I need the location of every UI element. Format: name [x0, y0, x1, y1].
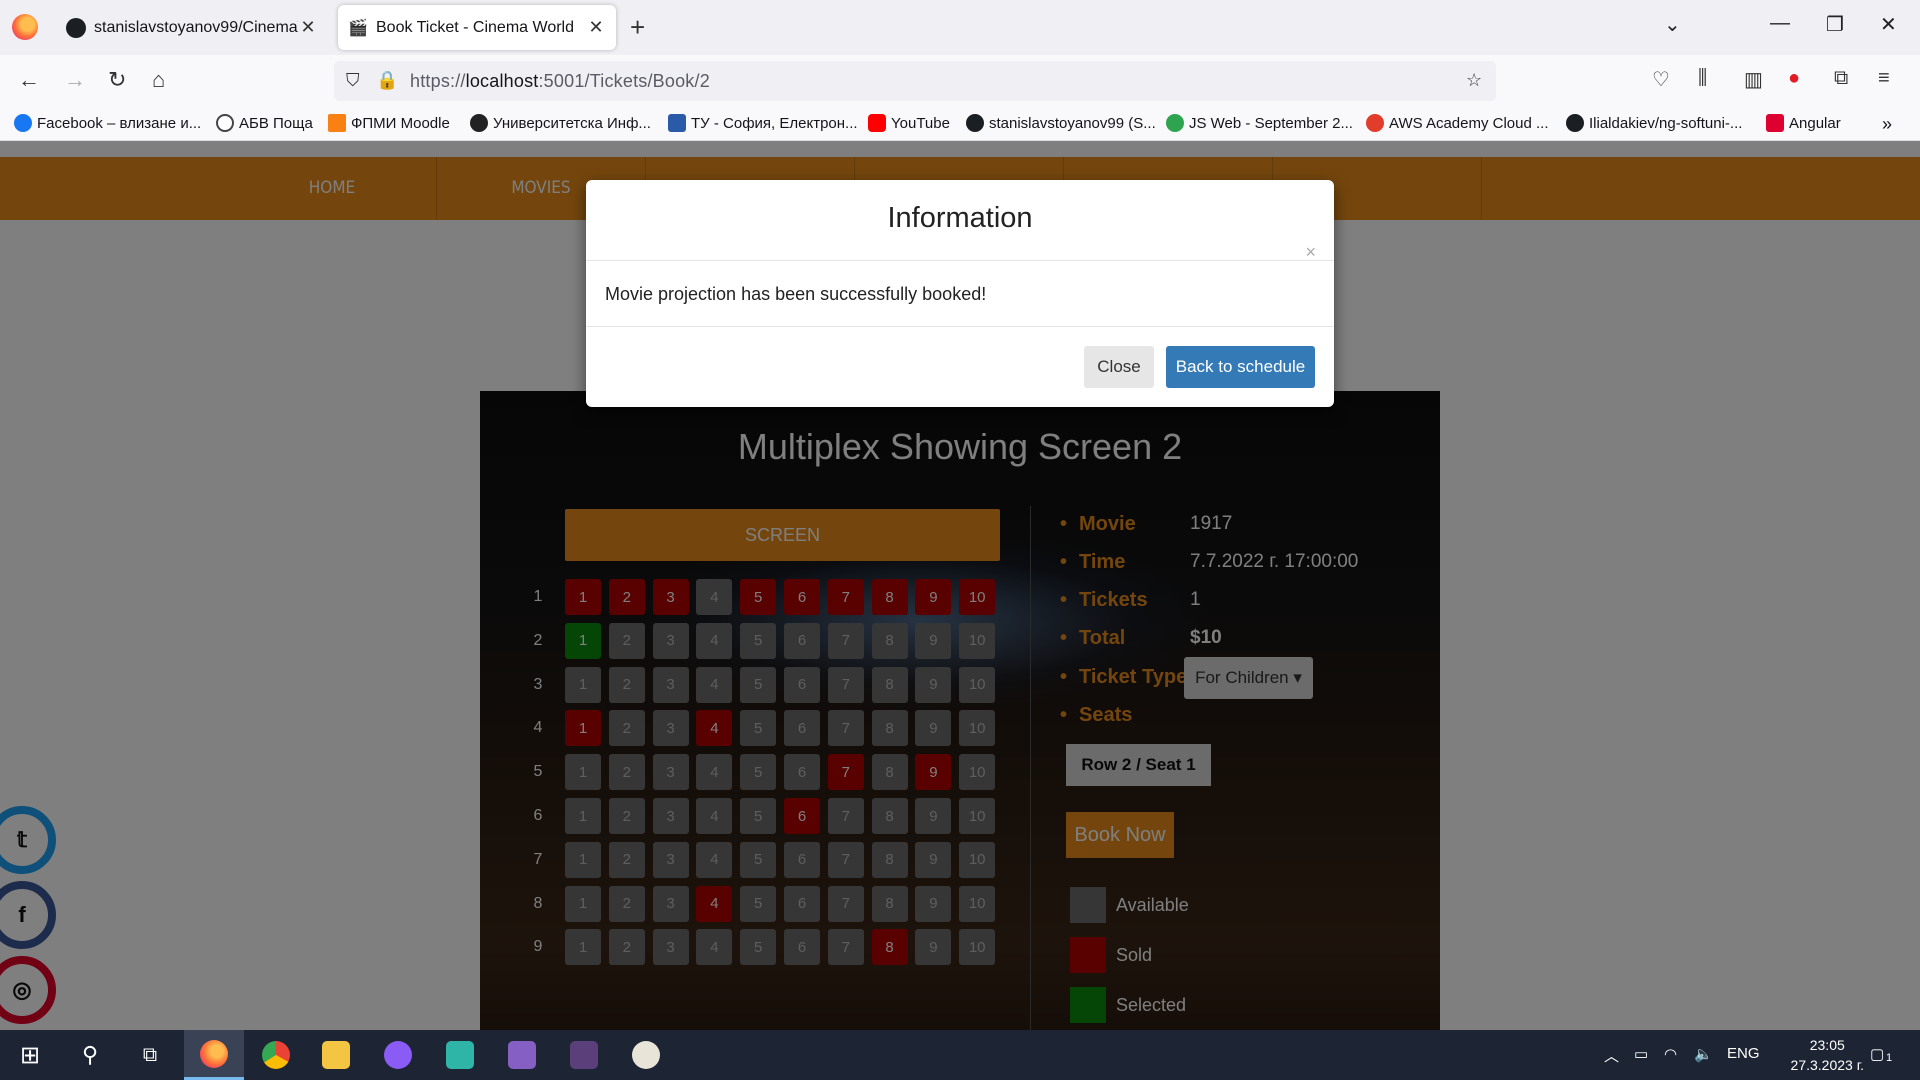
bookmark-moodle[interactable]: ФПМИ Moodle [328, 114, 450, 132]
abv-icon [216, 114, 234, 132]
bookmark-ng-softuni[interactable]: Ilialdakiev/ng-softuni-... [1566, 114, 1742, 132]
modal-footer-divider [586, 326, 1334, 327]
moodle-icon [328, 114, 346, 132]
extensions-icon[interactable]: ⧉ [1834, 67, 1848, 90]
clock-time: 23:05 [1809, 1037, 1845, 1053]
restore-icon[interactable]: ❐ [1826, 12, 1844, 37]
home-icon[interactable]: ⌂ [152, 67, 165, 93]
bookmark-github-profile[interactable]: stanislavstoyanov99 (S... [966, 114, 1156, 132]
tu-sofia-icon [668, 114, 686, 132]
taskbar-firefox-icon[interactable] [184, 1030, 244, 1080]
bookmark-js-web[interactable]: JS Web - September 2... [1166, 114, 1353, 132]
lock-icon[interactable]: 🔒 [376, 70, 398, 91]
library-icon[interactable]: ⫼ [1698, 67, 1707, 90]
windows-taskbar: ⊞ ⚲ ⧉ ︿ ▭ ◠ 🔈 ENG 23:05 27.3.2023 г. ▢ 1 [0, 1030, 1920, 1080]
bookmark-angular[interactable]: Angular [1766, 114, 1841, 132]
url-text[interactable]: https://localhost:5001/Tickets/Book/2 [410, 71, 710, 92]
facebook-icon [14, 114, 32, 132]
reload-icon[interactable]: ↻ [108, 67, 126, 93]
modal-message: Movie projection has been successfully b… [605, 284, 987, 304]
taskbar-visual-studio-icon[interactable] [492, 1030, 552, 1080]
clock-date: 27.3.2023 г. [1790, 1057, 1864, 1073]
bookmark-tu-sofia[interactable]: ТУ - София, Електрон... [668, 114, 858, 132]
windows-start-icon[interactable]: ⊞ [0, 1030, 60, 1080]
minimize-icon[interactable]: — [1770, 12, 1790, 35]
modal-header-divider [586, 260, 1334, 261]
tab-title: Book Ticket - Cinema World [376, 18, 574, 36]
bookmark-aws[interactable]: AWS Academy Cloud ... [1366, 114, 1549, 132]
tab-title: stanislavstoyanov99/CinemaWo [94, 18, 298, 36]
wifi-icon[interactable]: ◠ [1664, 1045, 1677, 1063]
opera-extension-icon[interactable]: ● [1788, 67, 1800, 90]
more-bookmarks-icon[interactable]: » [1882, 114, 1892, 135]
search-icon[interactable]: ⚲ [60, 1030, 120, 1080]
window-close-icon[interactable]: ✕ [1880, 12, 1897, 37]
angular-icon [1766, 114, 1784, 132]
modal-title: Information [887, 202, 1033, 234]
taskbar-snipping-icon[interactable] [430, 1030, 490, 1080]
close-tab-icon[interactable]: ✕ [298, 17, 318, 38]
back-to-schedule-button[interactable]: Back to schedule [1166, 346, 1315, 388]
bookmark-abv[interactable]: АБВ Поща [216, 114, 313, 132]
taskbar-paint-icon[interactable] [616, 1030, 676, 1080]
bookmark-facebook[interactable]: Facebook – влизане и... [14, 114, 201, 132]
notifications-icon[interactable]: ▢ [1870, 1045, 1884, 1063]
show-hidden-icons-icon[interactable]: ︿ [1604, 1045, 1619, 1066]
pocket-icon[interactable]: ♡ [1652, 67, 1670, 92]
new-tab-icon[interactable]: + [630, 12, 645, 43]
app-menu-icon[interactable]: ≡ [1878, 67, 1890, 90]
battery-icon[interactable]: ▭ [1634, 1045, 1648, 1063]
taskbar-github-desktop-icon[interactable] [368, 1030, 428, 1080]
close-button[interactable]: Close [1084, 346, 1154, 388]
clock[interactable]: 23:05 27.3.2023 г. [1791, 1035, 1864, 1075]
bookmarks-toolbar: Facebook – влизане и... АБВ Поща ФПМИ Mo… [0, 106, 1920, 141]
forward-icon[interactable]: → [64, 67, 86, 93]
softuni-icon [1166, 114, 1184, 132]
task-view-icon[interactable]: ⧉ [120, 1030, 180, 1080]
tab-github[interactable]: stanislavstoyanov99/CinemaWo ✕ [56, 5, 328, 50]
taskbar-file-explorer-icon[interactable] [306, 1030, 366, 1080]
firefox-menu-icon[interactable] [12, 14, 38, 40]
bookmark-star-icon[interactable]: ☆ [1466, 70, 1482, 91]
information-modal: Information × Movie projection has been … [586, 180, 1334, 407]
browser-tab-bar: stanislavstoyanov99/CinemaWo ✕ 🎬 Book Ti… [0, 0, 1920, 55]
university-icon [470, 114, 488, 132]
language-indicator[interactable]: ENG [1727, 1045, 1760, 1062]
github-icon [66, 17, 86, 38]
bookmark-university[interactable]: Университетска Инф... [470, 114, 651, 132]
close-tab-icon[interactable]: ✕ [586, 17, 606, 38]
taskbar-terminal-icon[interactable] [554, 1030, 614, 1080]
address-bar[interactable]: ⛉ 🔒 https://localhost:5001/Tickets/Book/… [334, 61, 1496, 101]
list-all-tabs-icon[interactable]: ⌄ [1664, 12, 1681, 37]
volume-icon[interactable]: 🔈 [1694, 1045, 1713, 1063]
bookmark-youtube[interactable]: YouTube [868, 114, 950, 132]
clapperboard-icon: 🎬 [348, 19, 368, 37]
github-icon [966, 114, 984, 132]
tab-book-ticket[interactable]: 🎬 Book Ticket - Cinema World ✕ [338, 5, 616, 50]
taskbar-chrome-icon[interactable] [246, 1030, 306, 1080]
github-icon [1566, 114, 1584, 132]
notification-count: 1 [1886, 1052, 1893, 1064]
youtube-icon [868, 114, 886, 132]
sidebar-icon[interactable]: ▥ [1744, 67, 1763, 92]
aws-icon [1366, 114, 1384, 132]
back-icon[interactable]: ← [18, 67, 40, 93]
shield-icon[interactable]: ⛉ [346, 70, 360, 91]
